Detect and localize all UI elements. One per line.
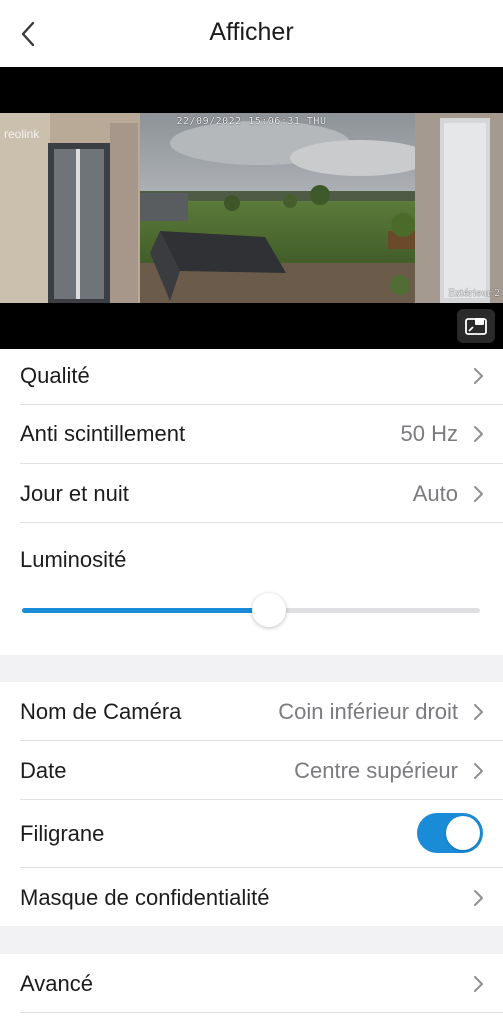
toggle-knob [446,816,480,850]
camera-scene [0,113,503,303]
camera-preview: 22/09/2022 15:06:31 THU reolink Extérieu… [0,67,503,349]
section-gap [0,655,503,682]
chevron-right-icon [474,426,483,442]
setting-row-day-night[interactable]: Jour et nuit Auto [0,464,503,522]
osd-camera-name: Extérieur 2 [448,289,500,299]
brightness-slider-fill [22,608,270,613]
fullscreen-icon [465,318,487,335]
setting-row-anti-flicker[interactable]: Anti scintillement 50 Hz [0,405,503,463]
watermark-toggle[interactable] [417,813,483,853]
setting-row-advanced[interactable]: Avancé [0,954,503,1012]
setting-label-brightness: Luminosité [20,547,127,572]
setting-row-brightness: Luminosité [0,523,503,655]
brightness-slider-thumb[interactable] [252,593,287,627]
fullscreen-button[interactable] [457,309,495,343]
setting-row-quality[interactable]: Qualité [0,349,503,404]
setting-label-anti-flicker: Anti scintillement [20,421,186,446]
setting-label-day-night: Jour et nuit [20,481,129,506]
chevron-right-icon [474,976,483,992]
setting-value-day-night: Auto [412,481,458,506]
section-gap [0,926,503,954]
osd-timestamp: 22/09/2022 15:06:31 THU [176,116,327,127]
chevron-right-icon [474,890,483,906]
setting-label-advanced: Avancé [20,971,93,996]
osd-brand-watermark: reolink [4,127,40,141]
chevron-right-icon [474,763,483,779]
setting-row-privacy-mask[interactable]: Masque de confidentialité [0,868,503,926]
setting-value-anti-flicker: 50 Hz [400,421,458,446]
setting-row-date[interactable]: Date Centre supérieur [0,741,503,799]
setting-value-camera-name: Coin inférieur droit [278,699,458,724]
setting-row-camera-name[interactable]: Nom de Caméra Coin inférieur droit [0,682,503,740]
page-title: Afficher [209,18,294,46]
camera-frame: 22/09/2022 15:06:31 THU reolink Extérieu… [0,113,503,349]
top-bar: Afficher [0,0,503,67]
setting-value-date: Centre supérieur [294,758,458,783]
setting-row-watermark: Filigrane [0,800,503,867]
setting-label-watermark: Filigrane [20,821,105,846]
chevron-right-icon [474,368,483,384]
chevron-right-icon [474,704,483,720]
chevron-right-icon [474,486,483,502]
setting-label-date: Date [20,758,67,783]
divider [20,1012,503,1013]
brightness-slider[interactable] [22,593,480,627]
setting-label-privacy-mask: Masque de confidentialité [20,885,270,910]
setting-label-camera-name: Nom de Caméra [20,699,182,724]
setting-label-quality: Qualité [20,363,90,388]
